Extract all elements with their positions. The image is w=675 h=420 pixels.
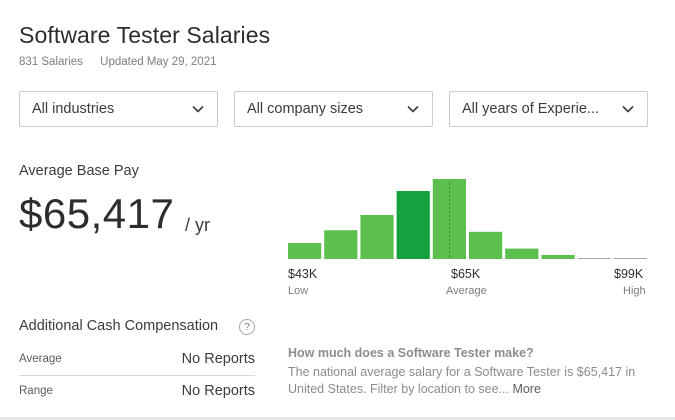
faq-answer: The national average salary for a Softwa… — [288, 364, 650, 398]
additional-cash-title: Additional Cash Compensation — [19, 318, 219, 334]
histogram-bar — [505, 248, 539, 259]
tick-mid-label: Average — [446, 285, 487, 297]
salary-meta: 831 Salaries Updated May 29, 2021 — [19, 56, 217, 68]
row-divider — [19, 375, 255, 376]
range-comp-value: No Reports — [181, 383, 255, 399]
company-size-dropdown[interactable]: All company sizes — [234, 91, 433, 127]
range-comp-label: Range — [19, 385, 53, 397]
industry-dropdown[interactable]: All industries — [19, 91, 218, 127]
tick-mid-value: $65K — [451, 267, 481, 281]
faq-question: How much does a Software Tester make? — [288, 346, 534, 360]
salaries-count: 831 Salaries — [19, 56, 83, 68]
company-size-dropdown-label: All company sizes — [247, 101, 364, 117]
histogram-bar — [541, 255, 575, 259]
histogram-bar — [324, 230, 358, 259]
average-comp-label: Average — [19, 353, 62, 365]
salary-unit: / yr — [185, 215, 210, 235]
histogram-bar — [288, 243, 322, 259]
page-title: Software Tester Salaries — [19, 22, 271, 48]
average-base-pay-label: Average Base Pay — [19, 163, 139, 179]
average-comp-value: No Reports — [181, 351, 255, 367]
tick-high-value: $99K — [614, 267, 644, 281]
chevron-down-icon — [407, 105, 419, 113]
chevron-down-icon — [622, 105, 634, 113]
more-link[interactable]: More — [512, 382, 540, 396]
histogram-bar — [613, 258, 647, 259]
experience-dropdown-label: All years of Experie... — [462, 101, 599, 117]
help-icon[interactable]: ? — [239, 319, 255, 335]
industry-dropdown-label: All industries — [32, 101, 115, 117]
faq-answer-text: The national average salary for a Softwa… — [288, 365, 636, 396]
histogram-bar — [360, 215, 394, 259]
tick-high-label: High — [623, 285, 646, 297]
average-salary-value: $65,417 — [19, 190, 175, 237]
tick-low-value: $43K — [288, 267, 318, 281]
experience-dropdown[interactable]: All years of Experie... — [449, 91, 648, 127]
histogram-bar — [577, 258, 611, 259]
histogram-bar — [469, 231, 503, 259]
chevron-down-icon — [192, 105, 204, 113]
salary-histogram — [288, 179, 647, 259]
histogram-bar-highlight — [396, 191, 430, 259]
updated-date: Updated May 29, 2021 — [100, 56, 217, 68]
tick-low-label: Low — [288, 285, 309, 297]
